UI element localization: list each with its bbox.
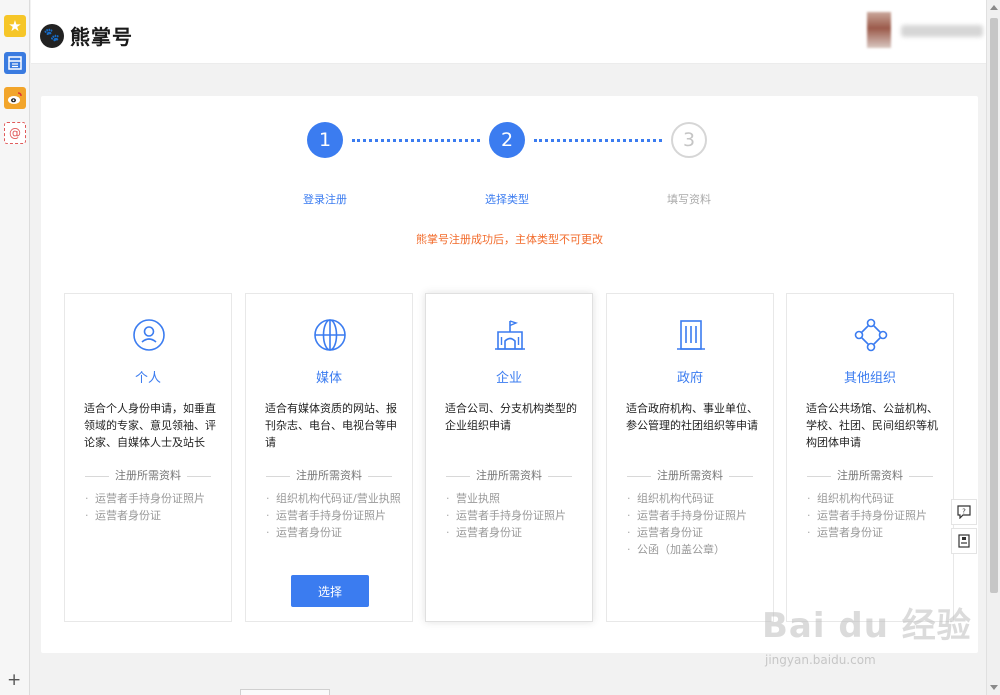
requirements-list: 组织机构代码证/营业执照 运营者手持身份证照片 运营者身份证 (265, 490, 403, 541)
requirement-item: 运营者手持身份证照片 (445, 507, 583, 524)
step-2-label: 选择类型 (485, 193, 529, 206)
add-icon[interactable]: + (7, 672, 21, 689)
baidu-watermark: Bai du 经验 (762, 606, 972, 646)
requirements-heading: 注册所需资料 (65, 467, 231, 483)
help-icon[interactable]: ? (951, 499, 977, 525)
weibo-icon[interactable] (4, 87, 26, 109)
requirement-item: 组织机构代码证/营业执照 (265, 490, 403, 507)
register-card: 1 2 3 登录注册 选择类型 填写资料 熊掌号注册成功后，主体类型不可更改 个… (41, 96, 978, 653)
requirement-item: 运营者手持身份证照片 (806, 507, 944, 524)
mail-icon[interactable]: @ (4, 122, 26, 144)
requirement-item: 运营者身份证 (445, 524, 583, 541)
type-title: 企业 (495, 371, 522, 386)
type-description: 适合个人身份申请，如垂直领域的专家、意见领袖、评论家、自媒体人士及站长 (84, 402, 216, 449)
page-header: 🐾 熊掌号 (31, 0, 986, 64)
scroll-down-icon[interactable] (990, 685, 998, 690)
avatar[interactable] (867, 12, 891, 48)
requirement-item: 运营者手持身份证照片 (84, 490, 222, 507)
type-description: 适合公共场馆、公益机构、学校、社团、民间组织等机构团体申请 (806, 402, 938, 449)
requirements-list: 运营者手持身份证照片 运营者身份证 (84, 490, 222, 524)
requirements-list: 营业执照 运营者手持身份证照片 运营者身份证 (445, 490, 583, 541)
requirements-heading: 注册所需资料 (787, 467, 953, 483)
network-icon (854, 318, 888, 352)
step-1-label: 登录注册 (303, 193, 347, 206)
type-description: 适合有媒体资质的网站、报刊杂志、电台、电视台等申请 (265, 402, 397, 449)
person-icon (132, 318, 166, 352)
step-1-circle: 1 (307, 122, 343, 158)
requirement-item: 运营者身份证 (265, 524, 403, 541)
scroll-thumb[interactable] (990, 18, 998, 593)
government-icon (674, 318, 708, 352)
type-card-personal[interactable]: 个人 适合个人身份申请，如垂直领域的专家、意见领袖、评论家、自媒体人士及站长 注… (64, 293, 232, 622)
type-title: 政府 (676, 371, 703, 386)
logo[interactable]: 🐾 熊掌号 (40, 21, 133, 50)
bottom-tab[interactable] (240, 689, 330, 695)
requirement-item: 运营者手持身份证照片 (265, 507, 403, 524)
requirements-heading: 注册所需资料 (607, 467, 773, 483)
step-3-circle: 3 (671, 122, 707, 158)
step-3-label: 填写资料 (667, 193, 711, 206)
type-card-government[interactable]: 政府 适合政府机构、事业单位、参公管理的社团组织等申请 注册所需资料 组织机构代… (606, 293, 774, 622)
requirements-list: 组织机构代码证 运营者手持身份证照片 运营者身份证 公函（加盖公章） (626, 490, 764, 558)
requirements-heading: 注册所需资料 (426, 467, 592, 483)
requirement-item: 组织机构代码证 (806, 490, 944, 507)
browser-sidebar: ★ @ + (0, 0, 30, 695)
select-button[interactable]: 选择 (291, 575, 369, 607)
type-card-other[interactable]: 其他组织 适合公共场馆、公益机构、学校、社团、民间组织等机构团体申请 注册所需资… (786, 293, 954, 622)
scroll-up-icon[interactable] (990, 5, 998, 10)
logo-text: 熊掌号 (70, 25, 133, 49)
type-card-enterprise[interactable]: 企业 适合公司、分支机构类型的企业组织申请 注册所需资料 营业执照 运营者手持身… (425, 293, 593, 622)
baidu-watermark-url: jingyan.baidu.com (765, 653, 876, 667)
requirement-item: 营业执照 (445, 490, 583, 507)
requirement-item: 运营者身份证 (806, 524, 944, 541)
paw-icon: 🐾 (40, 23, 64, 48)
type-description: 适合公司、分支机构类型的企业组织申请 (445, 402, 577, 432)
feedback-icon[interactable] (951, 528, 977, 554)
star-icon[interactable]: ★ (4, 15, 26, 37)
svg-text:?: ? (962, 508, 966, 516)
requirement-item: 运营者身份证 (84, 507, 222, 524)
globe-icon (313, 318, 347, 352)
type-title: 个人 (134, 371, 161, 386)
type-title: 媒体 (315, 371, 342, 386)
requirement-item: 运营者身份证 (626, 524, 764, 541)
requirement-item: 运营者手持身份证照片 (626, 507, 764, 524)
step-connector (534, 139, 662, 142)
step-2-circle: 2 (489, 122, 525, 158)
requirements-heading: 注册所需资料 (246, 467, 412, 483)
scrollbar[interactable] (986, 0, 1000, 695)
requirement-item: 公函（加盖公章） (626, 541, 764, 558)
requirements-list: 组织机构代码证 运营者手持身份证照片 运营者身份证 (806, 490, 944, 541)
username-blurred[interactable] (901, 25, 983, 37)
type-notice: 熊掌号注册成功后，主体类型不可更改 (416, 233, 603, 246)
notes-icon[interactable] (4, 52, 26, 74)
building-icon (493, 318, 527, 352)
type-card-media[interactable]: 媒体 适合有媒体资质的网站、报刊杂志、电台、电视台等申请 注册所需资料 组织机构… (245, 293, 413, 622)
type-description: 适合政府机构、事业单位、参公管理的社团组织等申请 (626, 402, 758, 432)
requirement-item: 组织机构代码证 (626, 490, 764, 507)
type-title: 其他组织 (843, 371, 896, 386)
step-connector (352, 139, 480, 142)
step-progress: 1 2 3 登录注册 选择类型 填写资料 (41, 96, 978, 216)
